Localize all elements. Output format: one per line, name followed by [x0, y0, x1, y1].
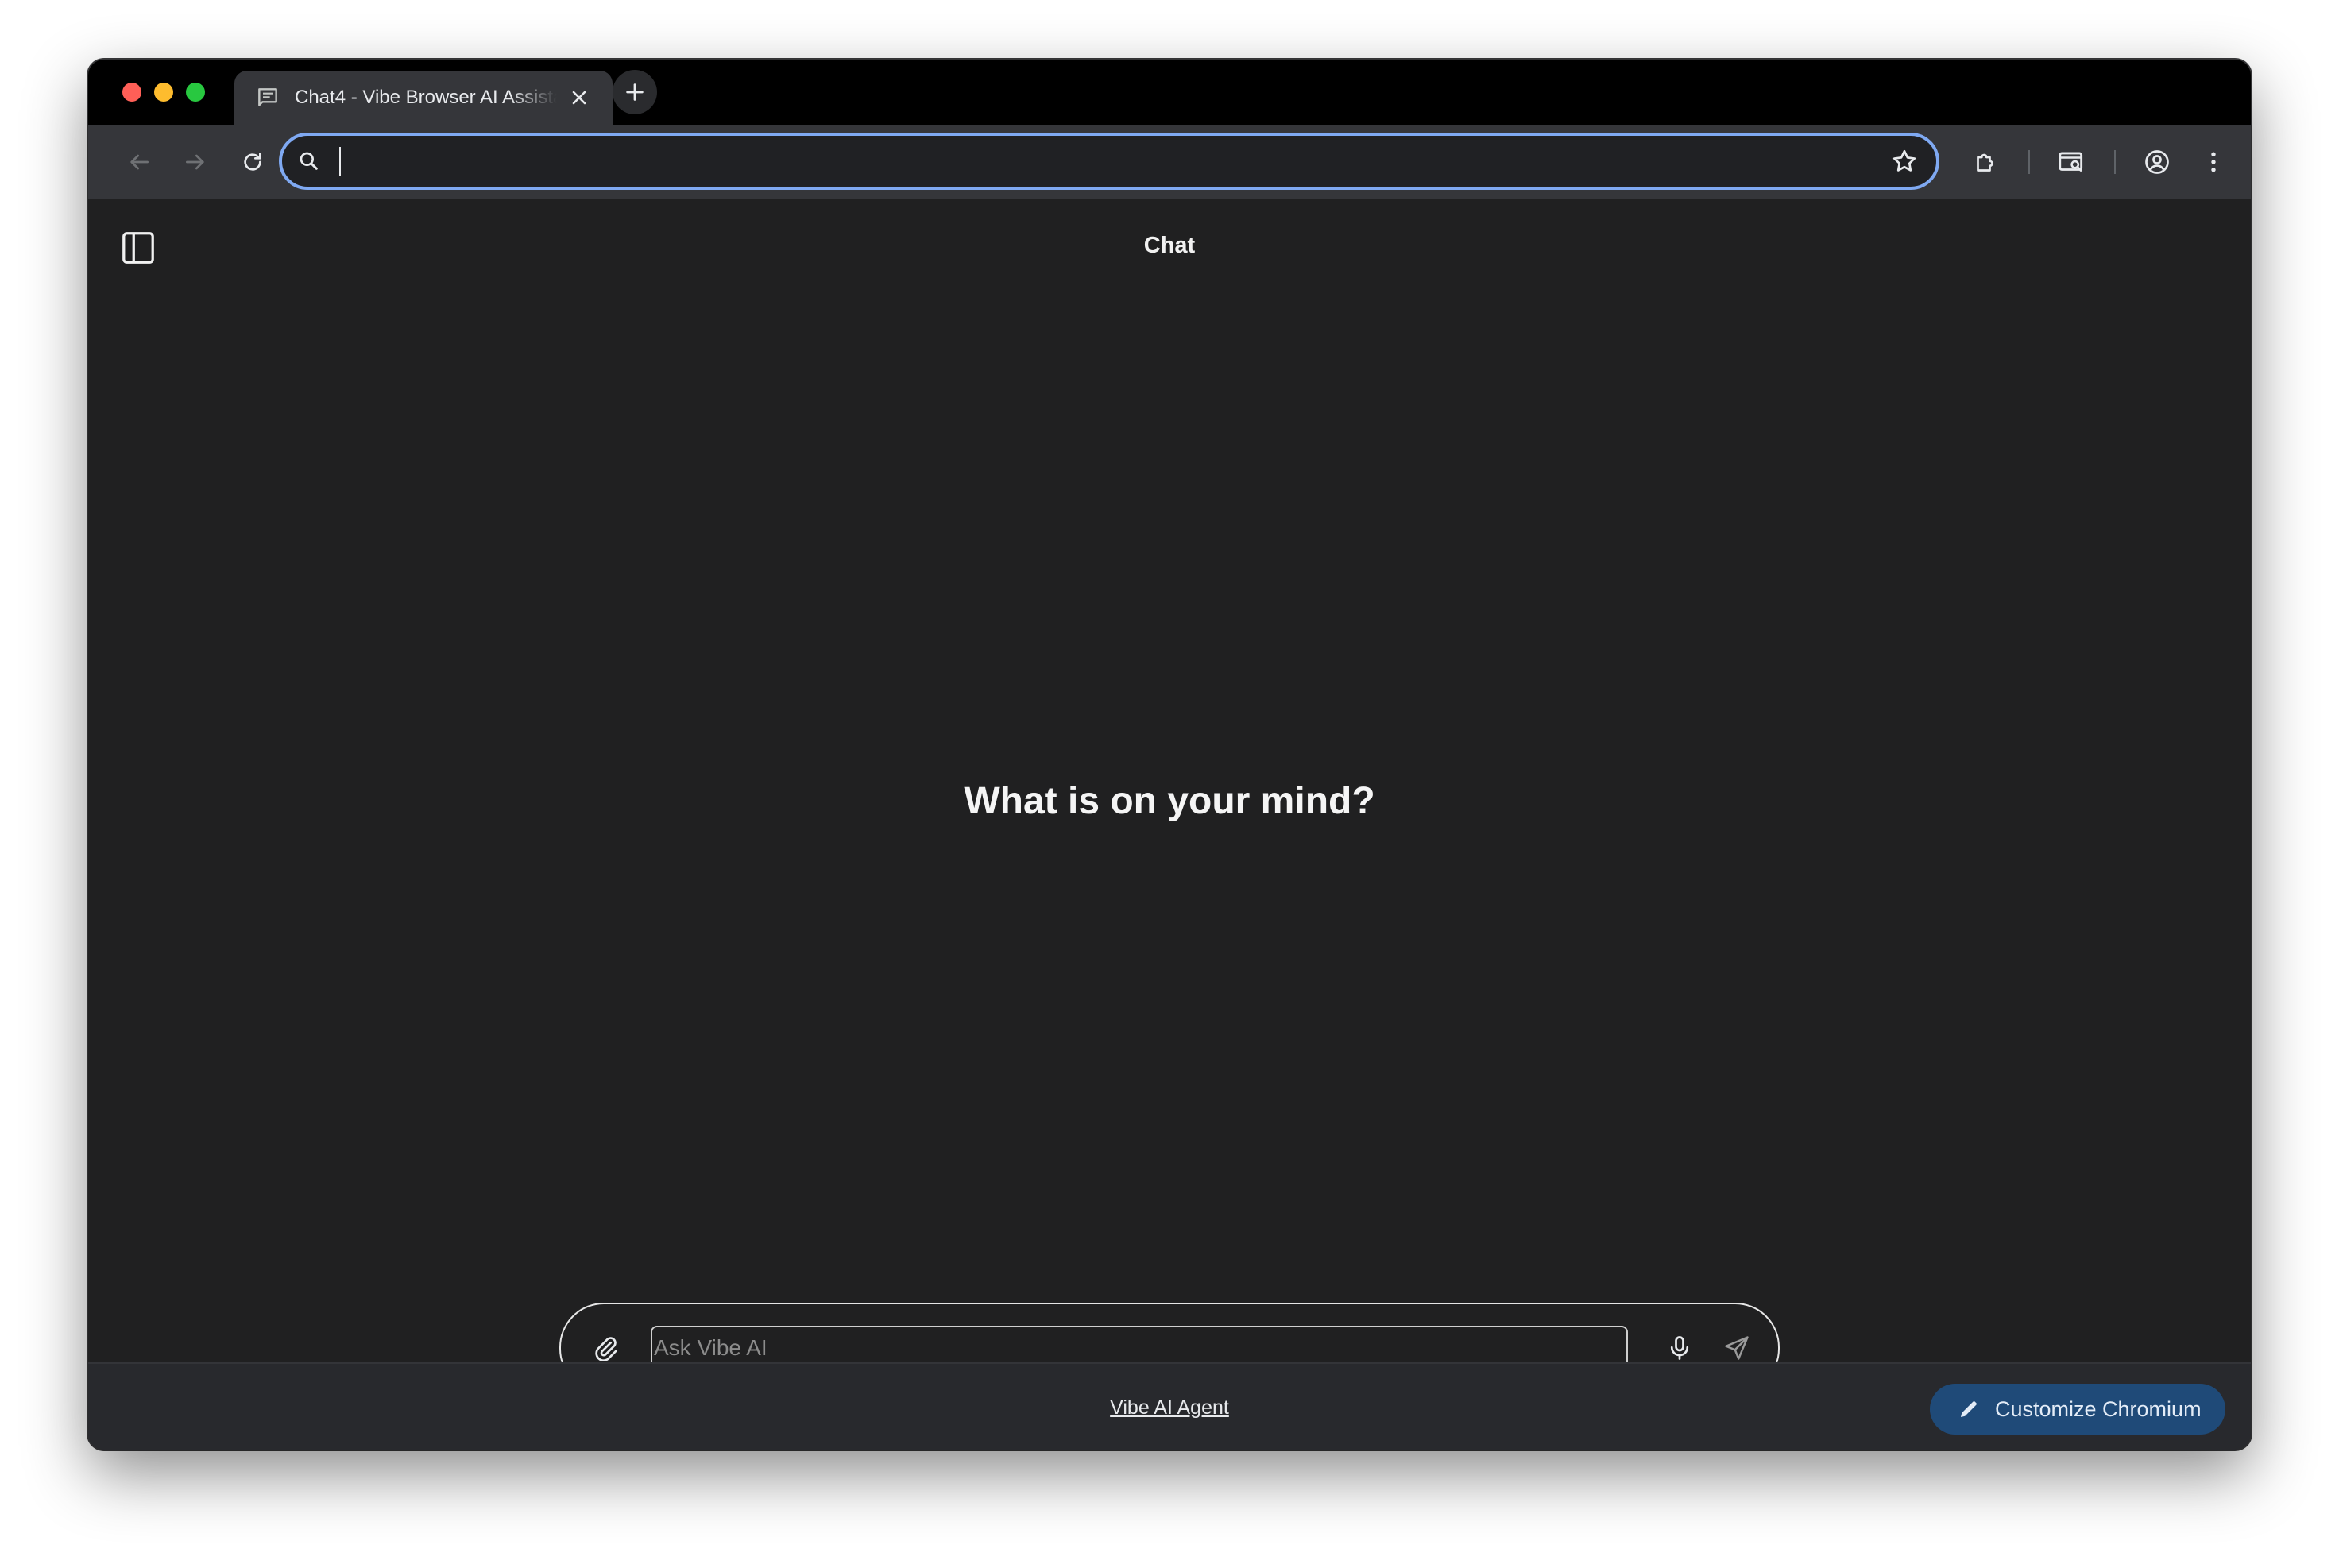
- new-tab-footer: Vibe AI Agent Customize Chromium: [88, 1362, 2251, 1450]
- window-close-button[interactable]: [122, 83, 141, 102]
- extensions-button[interactable]: [1970, 146, 2002, 178]
- vibe-ai-agent-link[interactable]: Vibe AI Agent: [88, 1364, 2251, 1450]
- address-input[interactable]: [338, 145, 1850, 179]
- microphone-icon[interactable]: [1665, 1332, 1694, 1364]
- tab-title: Chat4 - Vibe Browser AI Assistant: [295, 87, 557, 108]
- paperclip-icon[interactable]: [591, 1334, 620, 1362]
- text-caret: [339, 147, 341, 176]
- puzzle-icon: [1977, 153, 1993, 172]
- address-bar[interactable]: [279, 133, 1939, 190]
- send-icon[interactable]: [1722, 1334, 1751, 1362]
- side-panel-search-icon: [2059, 152, 2083, 172]
- customize-chromium-button[interactable]: Customize Chromium: [1930, 1384, 2225, 1435]
- forward-button[interactable]: [180, 146, 211, 178]
- search-icon: [300, 152, 318, 170]
- new-tab-button[interactable]: [613, 70, 657, 114]
- reload-button[interactable]: [237, 146, 269, 178]
- arrow-right-icon: [186, 154, 204, 170]
- customize-chromium-label: Customize Chromium: [1995, 1396, 2202, 1421]
- kebab-menu-icon: [2211, 152, 2216, 172]
- reload-icon: [244, 153, 261, 171]
- menu-button[interactable]: [2198, 146, 2229, 178]
- page-title: Chat: [1143, 233, 1196, 258]
- close-icon[interactable]: [568, 87, 590, 109]
- tab-chat[interactable]: Chat4 - Vibe Browser AI Assistant: [234, 71, 613, 125]
- tab-strip: Chat4 - Vibe Browser AI Assistant: [88, 60, 2251, 125]
- toolbar-divider: [2028, 150, 2030, 174]
- window-maximize-button[interactable]: [186, 83, 205, 102]
- chat-page: Chat What is on your mind?: [88, 199, 2251, 1393]
- window-minimize-button[interactable]: [154, 83, 173, 102]
- browser-toolbar: [88, 125, 2251, 199]
- profile-button[interactable]: [2141, 146, 2173, 178]
- star-icon[interactable]: [1890, 147, 1919, 176]
- pencil-icon: [1961, 1401, 1977, 1417]
- browser-window: Chat4 - Vibe Browser AI Assistant Chat W…: [88, 60, 2251, 1450]
- chat-bubble-icon: [258, 88, 277, 106]
- back-button[interactable]: [123, 146, 155, 178]
- arrow-left-icon: [130, 154, 149, 170]
- empty-state-heading: What is on your mind?: [964, 780, 1375, 822]
- plus-icon: [626, 83, 644, 101]
- toolbar-divider: [2114, 150, 2116, 174]
- profile-icon: [2145, 150, 2169, 174]
- side-panel-button[interactable]: [2055, 146, 2087, 178]
